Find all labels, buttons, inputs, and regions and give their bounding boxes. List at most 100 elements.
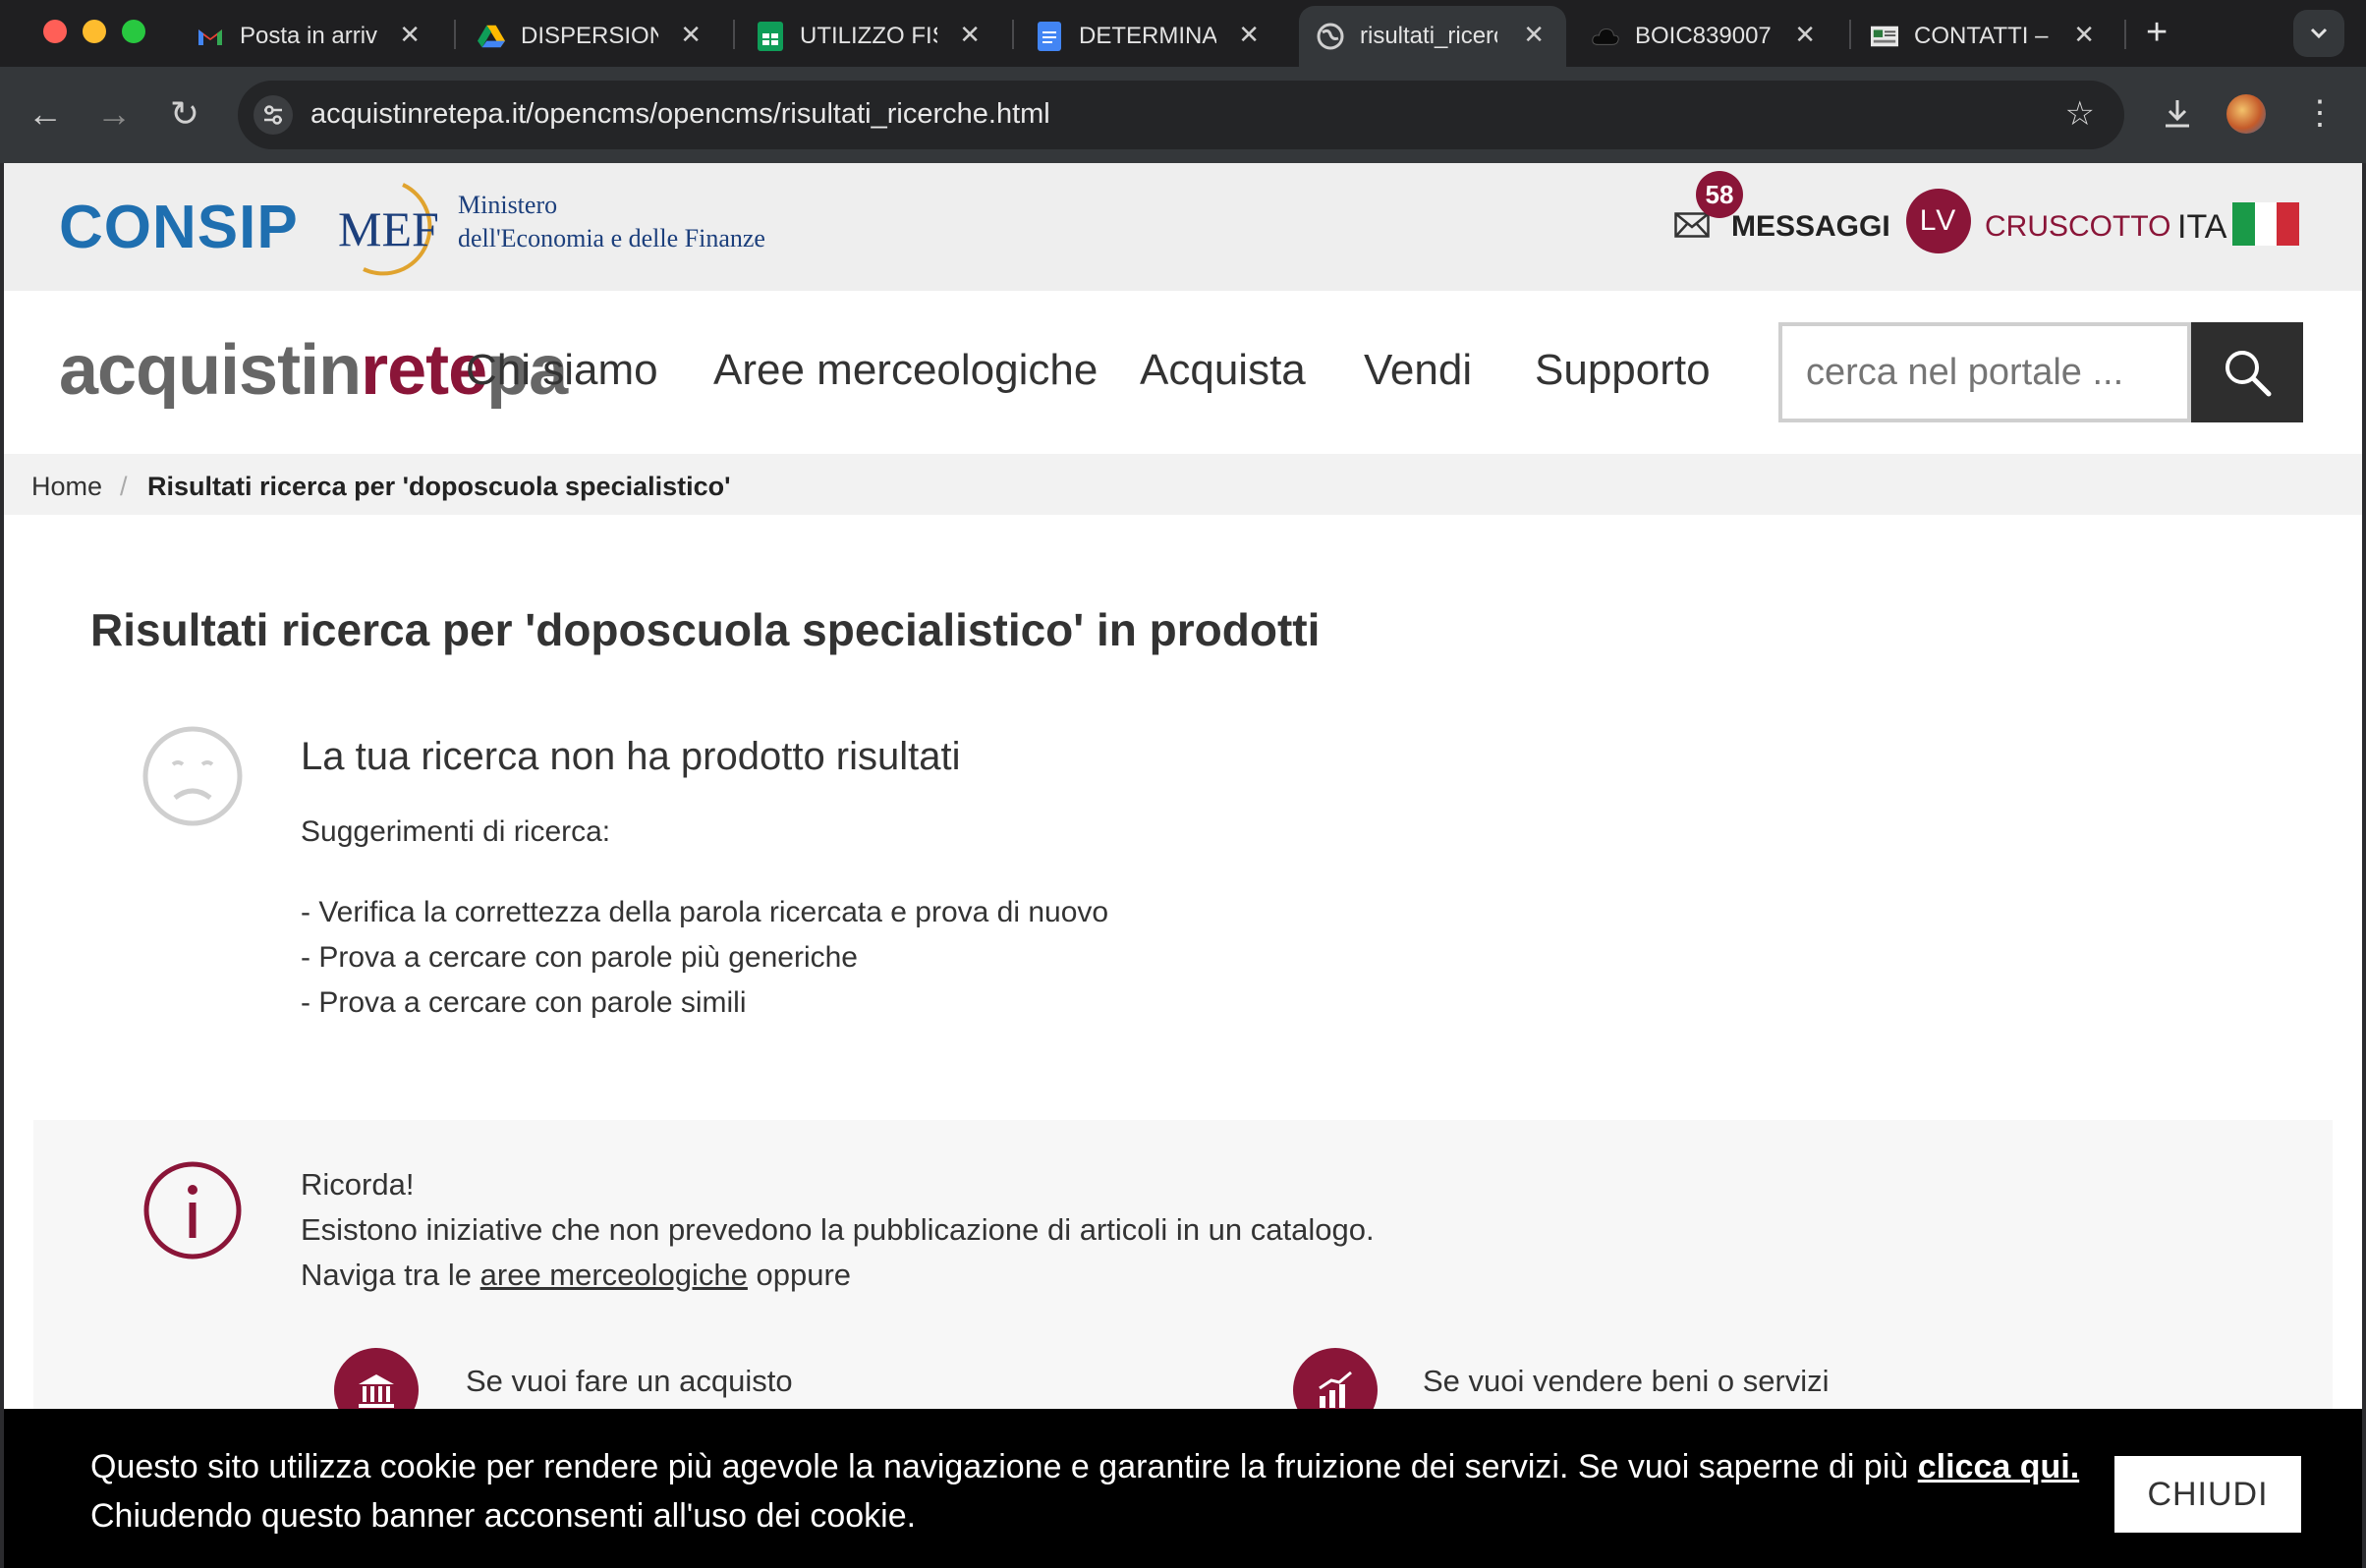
growth-chart-icon	[1319, 1371, 1352, 1408]
user-avatar[interactable]: LV	[1906, 189, 1971, 253]
messages-link[interactable]: MESSAGGI	[1731, 210, 1890, 244]
mef-logo-icon[interactable]: MEF	[334, 175, 452, 279]
aree-merceologiche-link[interactable]: aree merceologiche	[480, 1258, 748, 1292]
tab-gmail[interactable]: Posta in arrivo ✕	[197, 6, 442, 67]
cookie-line1: Questo sito utilizza cookie per rendere …	[90, 1442, 2079, 1491]
chevron-down-icon	[2310, 28, 2328, 39]
close-tab-icon[interactable]: ✕	[959, 20, 981, 50]
cookie-info-link[interactable]: clicca qui.	[1918, 1448, 2079, 1485]
minimize-window-button[interactable]	[83, 20, 106, 43]
reminder-title: Ricorda!	[301, 1167, 415, 1202]
browser-toolbar: ← → ↻ acquistinretepa.it/opencms/opencms…	[0, 67, 2366, 163]
tab-drive[interactable]: DISPERSIONE ✕	[478, 6, 723, 67]
gmail-icon	[197, 23, 224, 50]
new-tab-button[interactable]: +	[2146, 12, 2168, 54]
consip-logo[interactable]: CONSIP	[59, 193, 299, 262]
tab-separator	[2124, 20, 2126, 49]
close-tab-icon[interactable]: ✕	[1523, 20, 1545, 50]
breadcrumb-home[interactable]: Home	[31, 472, 102, 502]
forward-button[interactable]: →	[94, 94, 134, 134]
sell-option-label[interactable]: Se vuoi vendere beni o servizi	[1423, 1364, 1830, 1399]
tab-separator	[1849, 20, 1851, 49]
page-title: Risultati ricerca per 'doposcuola specia…	[90, 604, 1321, 655]
sheets-icon	[757, 22, 784, 51]
reminder-line1: Esistono iniziative che non prevedono la…	[301, 1212, 1375, 1247]
dashboard-link[interactable]: CRUSCOTTO	[1985, 210, 2170, 244]
italian-flag-icon[interactable]	[2232, 202, 2300, 246]
nav-acquista[interactable]: Acquista	[1140, 346, 1306, 395]
breadcrumb-separator: /	[120, 472, 128, 501]
tab-search-button[interactable]	[2293, 10, 2344, 57]
cookie-line1-text: Questo sito utilizza cookie per rendere …	[90, 1448, 1918, 1485]
search-icon	[2225, 351, 2272, 397]
close-tab-icon[interactable]: ✕	[680, 20, 702, 50]
breadcrumb-current: Risultati ricerca per 'doposcuola specia…	[147, 472, 731, 501]
nav-aree-merceologiche[interactable]: Aree merceologiche	[713, 346, 1098, 395]
main-navigation: acquistinretepa Chi siamo Aree merceolog…	[4, 291, 2362, 454]
zoom-window-button[interactable]	[122, 20, 145, 43]
buy-option-label[interactable]: Se vuoi fare un acquisto	[466, 1364, 793, 1399]
suggestions-label: Suggerimenti di ricerca:	[301, 815, 611, 848]
suggestions-list: - Verifica la correttezza della parola r…	[301, 890, 1108, 1026]
tab-separator	[454, 20, 456, 49]
page-viewport: CONSIP MEF Ministero dell'Economia e del…	[4, 163, 2362, 1568]
reminder-line2-prefix: Naviga tra le	[301, 1258, 480, 1292]
drive-icon	[478, 23, 505, 50]
nav-vendi[interactable]: Vendi	[1364, 346, 1472, 395]
mef-line2: dell'Economia e delle Finanze	[458, 224, 765, 252]
tab-boic[interactable]: BOIC839007 ✕	[1592, 6, 1837, 67]
downloads-icon[interactable]	[2158, 94, 2197, 134]
portal-search-input[interactable]	[1778, 322, 2191, 422]
bookmark-star-icon[interactable]: ☆	[2065, 94, 2095, 134]
cookie-close-button[interactable]: CHIUDI	[2114, 1456, 2301, 1533]
cookie-line2: Chiudendo questo banner acconsenti all'u…	[90, 1497, 917, 1535]
close-tab-icon[interactable]: ✕	[1794, 20, 1816, 50]
reload-button[interactable]: ↻	[165, 94, 204, 134]
profile-avatar[interactable]	[2226, 94, 2266, 134]
tab-title: Posta in arrivo	[240, 23, 377, 49]
site-icon	[1871, 23, 1898, 50]
site-settings-icon[interactable]	[254, 95, 293, 135]
address-bar[interactable]: acquistinretepa.it/opencms/opencms/risul…	[238, 81, 2124, 149]
language-selector[interactable]: ITA	[2177, 208, 2226, 247]
info-icon	[143, 1161, 242, 1260]
cookie-banner: Questo sito utilizza cookie per rendere …	[4, 1409, 2362, 1568]
close-tab-icon[interactable]: ✕	[399, 20, 421, 50]
tab-title: CONTATTI –	[1914, 23, 2049, 49]
tab-risultati-ricerche[interactable]: risultati_ricerche ✕	[1299, 6, 1566, 67]
nav-supporto[interactable]: Supporto	[1535, 346, 1711, 395]
tab-separator	[733, 20, 735, 49]
building-icon	[359, 1374, 394, 1408]
envelope-icon[interactable]	[1674, 212, 1710, 238]
tab-title: DETERMINA	[1079, 23, 1216, 49]
breadcrumb: Home / Risultati ricerca per 'doposcuola…	[4, 454, 2362, 515]
close-tab-icon[interactable]: ✕	[2073, 20, 2095, 50]
list-item: - Prova a cercare con parole simili	[301, 986, 747, 1019]
reminder-line2: Naviga tra le aree merceologiche oppure	[301, 1258, 851, 1293]
nav-chi-siamo[interactable]: Chi siamo	[466, 346, 658, 395]
url-text: acquistinretepa.it/opencms/opencms/risul…	[310, 98, 1050, 130]
tab-contatti[interactable]: CONTATTI – ✕	[1871, 6, 2116, 67]
reminder-line2-suffix: oppure	[747, 1258, 852, 1292]
tab-docs[interactable]: DETERMINA ✕	[1036, 6, 1281, 67]
tab-sheets[interactable]: UTILIZZO FIS ✕	[757, 6, 1002, 67]
cookie-message: Questo sito utilizza cookie per rendere …	[90, 1442, 2079, 1540]
sad-face-icon	[142, 726, 243, 826]
back-button[interactable]: ←	[26, 94, 65, 134]
mef-line1: Ministero	[458, 191, 558, 219]
docs-icon	[1036, 22, 1063, 51]
no-results-heading: La tua ricerca non ha prodotto risultati	[301, 735, 961, 778]
mef-name: Ministero dell'Economia e delle Finanze	[458, 189, 765, 255]
close-window-button[interactable]	[43, 20, 67, 43]
globe-icon	[1317, 23, 1344, 50]
list-item: - Prova a cercare con parole più generic…	[301, 941, 858, 974]
tab-title: UTILIZZO FIS	[800, 23, 937, 49]
search-button[interactable]	[2191, 322, 2303, 422]
cloud-icon	[1592, 23, 1619, 50]
tab-title: risultati_ricerche	[1360, 23, 1497, 49]
menu-kebab-icon[interactable]: ⋮	[2303, 88, 2337, 138]
utility-bar: CONSIP MEF Ministero dell'Economia e del…	[4, 163, 2362, 291]
tab-separator	[1012, 20, 1014, 49]
brand-part-a: acquistin	[59, 331, 362, 410]
close-tab-icon[interactable]: ✕	[1238, 20, 1260, 50]
